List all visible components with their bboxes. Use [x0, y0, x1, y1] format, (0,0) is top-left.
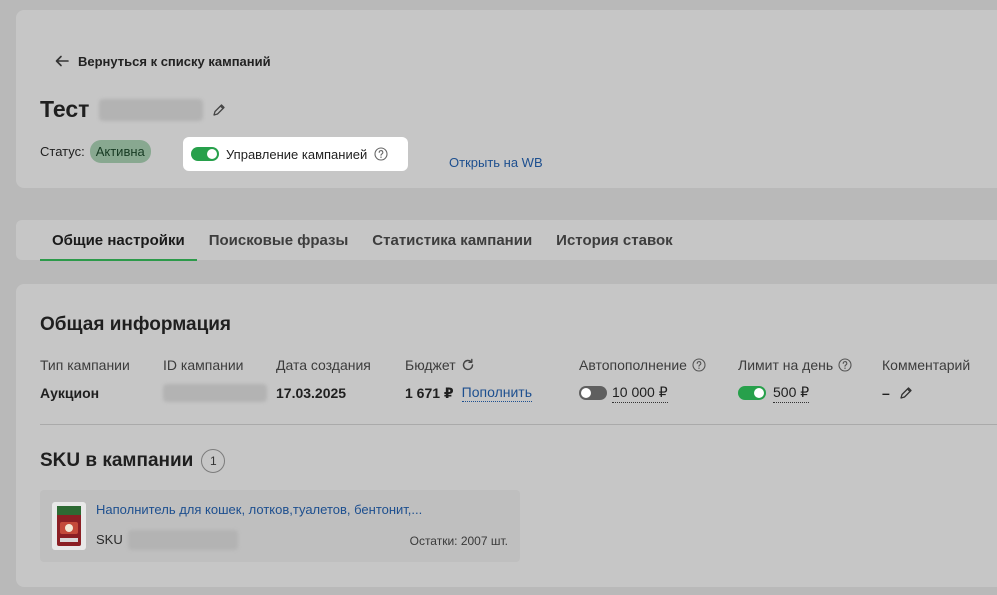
help-icon[interactable]	[692, 358, 706, 372]
help-icon[interactable]	[374, 147, 388, 161]
sku-item-card: Наполнитель для кошек, лотков,туалетов, …	[40, 490, 520, 562]
sku-label: SKU	[96, 532, 123, 547]
back-link-label: Вернуться к списку кампаний	[78, 53, 271, 69]
budget-value: 1 671 ₽	[405, 384, 454, 401]
campaign-type-value: Аукцион	[40, 385, 100, 401]
refresh-icon[interactable]	[461, 358, 475, 372]
autorefill-label: Автопополнение	[579, 357, 687, 373]
campaign-header-card: Вернуться к списку кампаний Тест Статус:…	[16, 10, 997, 188]
general-info-title: Общая информация	[40, 314, 232, 335]
field-campaign-id: ID кампании	[163, 356, 267, 403]
campaign-management-control: Управление кампанией	[183, 137, 408, 171]
comment-label: Комментарий	[882, 357, 971, 373]
edit-comment-icon[interactable]	[898, 385, 914, 401]
status-badge: Активна	[89, 140, 151, 163]
arrow-left-icon	[55, 55, 69, 67]
field-created-date: Дата создания 17.03.2025	[276, 356, 371, 403]
field-daily-limit: Лимит на день 500 ₽	[738, 356, 852, 403]
status-label: Статус:	[40, 144, 85, 159]
created-date-label: Дата создания	[276, 357, 371, 373]
tab-campaign-statistics[interactable]: Статистика кампании	[360, 220, 544, 260]
stock-count: Остатки: 2007 шт.	[409, 534, 508, 548]
top-up-budget-link[interactable]: Пополнить	[461, 384, 533, 402]
field-autorefill: Автопополнение 10 000 ₽	[579, 356, 706, 403]
product-name-link[interactable]: Наполнитель для кошек, лотков,туалетов, …	[96, 502, 422, 517]
sku-section-title: SKU в кампании 1	[40, 449, 226, 473]
sku-count-badge: 1	[201, 449, 226, 473]
tab-search-phrases[interactable]: Поисковые фразы	[197, 220, 361, 260]
autorefill-value[interactable]: 10 000 ₽	[612, 384, 668, 403]
back-to-campaigns-link[interactable]: Вернуться к списку кампаний	[54, 53, 271, 69]
section-divider	[40, 424, 997, 425]
redacted-title-part	[99, 98, 204, 121]
sku-title-text: SKU в кампании	[40, 450, 194, 471]
comment-value: –	[882, 385, 890, 401]
page-title: Тест	[40, 96, 90, 122]
autorefill-toggle[interactable]	[579, 386, 607, 400]
field-budget: Бюджет 1 671 ₽ Пополнить	[405, 356, 533, 403]
field-campaign-type: Тип кампании Аукцион	[40, 356, 130, 403]
open-on-wb-link[interactable]: Открыть на WB	[449, 155, 543, 170]
campaign-management-label: Управление кампанией	[226, 146, 368, 162]
general-info-card: Общая информация Тип кампании Аукцион ID…	[16, 284, 997, 587]
edit-title-icon[interactable]	[211, 102, 227, 118]
created-date-value: 17.03.2025	[276, 385, 347, 401]
tabs-bar: Общие настройки Поисковые фразы Статисти…	[16, 220, 997, 261]
campaign-management-toggle[interactable]	[191, 147, 219, 161]
field-comment: Комментарий –	[882, 356, 970, 403]
budget-label: Бюджет	[405, 357, 456, 373]
help-icon[interactable]	[838, 358, 852, 372]
daily-limit-value[interactable]: 500 ₽	[773, 384, 810, 403]
status-row: Статус: Активна	[40, 140, 151, 163]
redacted-campaign-id	[163, 384, 267, 402]
campaign-type-label: Тип кампании	[40, 357, 130, 373]
daily-limit-label: Лимит на день	[738, 357, 834, 373]
campaign-id-label: ID кампании	[163, 357, 244, 373]
tab-general-settings[interactable]: Общие настройки	[40, 220, 197, 261]
product-image[interactable]	[50, 500, 88, 552]
tab-bid-history[interactable]: История ставок	[544, 220, 684, 260]
campaign-title-row: Тест	[40, 96, 227, 123]
redacted-sku-number	[128, 530, 238, 550]
daily-limit-toggle[interactable]	[738, 386, 766, 400]
